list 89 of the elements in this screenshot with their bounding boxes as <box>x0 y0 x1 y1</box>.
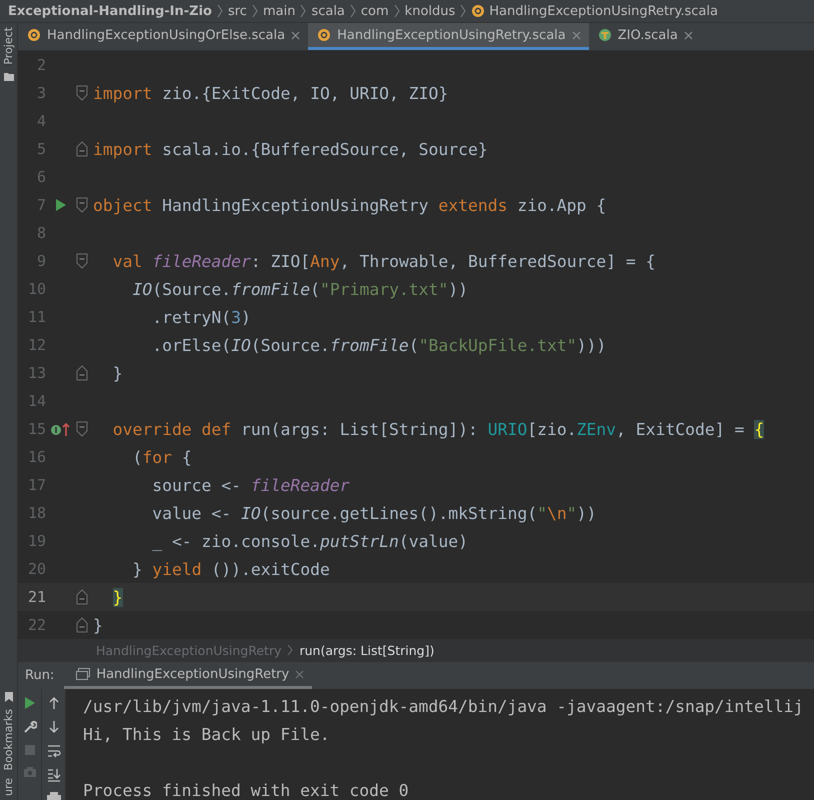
breadcrumb-item[interactable]: Exceptional-Handling-In-Zio <box>8 4 212 18</box>
breadcrumb-item[interactable]: src <box>228 4 247 18</box>
scroll-to-end-icon[interactable] <box>46 768 60 782</box>
code-line: } <box>93 616 103 634</box>
line-number: 9 <box>36 252 46 270</box>
bookmark-icon <box>4 692 12 702</box>
code-line: IO(Source.fromFile("Primary.txt")) <box>131 280 468 298</box>
editor-tab[interactable]: HandlingExceptionUsingRetry.scala <box>308 23 589 50</box>
line-number: 15 <box>26 420 46 438</box>
tool-window-button[interactable]: Project <box>2 23 15 69</box>
object-icon <box>317 28 332 42</box>
line-number: 21 <box>26 588 46 606</box>
run-icon[interactable] <box>24 696 36 710</box>
wrench-icon[interactable] <box>22 720 36 734</box>
code-line: .retryN(3) <box>151 308 251 326</box>
fold-icon[interactable] <box>76 85 88 101</box>
close-icon[interactable] <box>295 670 304 678</box>
line-number: 16 <box>26 448 46 466</box>
line-number: 17 <box>26 476 46 494</box>
close-icon[interactable] <box>684 30 693 40</box>
line-number: 20 <box>26 560 46 578</box>
chevron-icon <box>300 4 306 18</box>
fold-icon[interactable] <box>76 421 88 437</box>
code-line: source <- fileReader <box>151 476 350 494</box>
console-line: Process finished with exit code 0 <box>83 781 409 800</box>
code-line: val fileReader: ZIO[Any, Throwable, BufferedSource] = { <box>112 252 656 270</box>
folder-icon <box>4 72 14 81</box>
override-icon[interactable] <box>50 421 72 437</box>
line-number: 5 <box>36 140 46 158</box>
breadcrumb-item[interactable]: com <box>360 4 389 18</box>
unfold-icon[interactable] <box>76 617 88 633</box>
line-number: 12 <box>26 336 46 354</box>
code-line: .orElse(IO(Source.fromFile("BackUpFile.txt"))) <box>151 336 606 354</box>
fold-icon[interactable] <box>76 197 88 213</box>
code-line: override def run(args: List[String]): URIO[zio.ZEnv, ExitCode] = { <box>112 420 764 438</box>
unfold-icon[interactable] <box>76 589 88 605</box>
chevron-icon <box>287 644 294 656</box>
line-number: 7 <box>36 196 46 214</box>
breadcrumb-item[interactable]: run(args: List[String]) <box>299 642 434 658</box>
code-line: _ <- zio.console.putStrLn(value) <box>151 532 468 550</box>
trait-icon <box>598 28 612 42</box>
print-icon[interactable] <box>46 792 60 800</box>
run-label: Run: <box>24 668 56 683</box>
line-number: 22 <box>26 616 46 634</box>
line-number: 3 <box>36 84 46 102</box>
chevron-icon <box>460 4 466 18</box>
editor-tab[interactable]: ZIO.scala <box>588 23 701 50</box>
unfold-icon[interactable] <box>76 365 88 381</box>
console-icon <box>76 668 90 680</box>
close-icon[interactable] <box>572 30 581 40</box>
up-arrow-icon[interactable] <box>48 696 60 710</box>
editor-tab[interactable]: HandlingExceptionUsingOrElse.scala <box>18 23 308 50</box>
down-arrow-icon[interactable] <box>48 720 60 734</box>
line-number: 18 <box>26 504 46 522</box>
code-line: (for { <box>131 448 192 466</box>
tool-window-button[interactable]: Bookmarks <box>2 704 15 774</box>
line-number: 6 <box>36 168 46 186</box>
chevron-icon <box>216 4 223 18</box>
console-line: Hi, This is Back up File. <box>83 725 330 744</box>
object-icon <box>27 28 41 42</box>
chevron-icon <box>394 4 400 18</box>
code-line: } yield ()).exitCode <box>131 560 330 578</box>
code-line: } <box>112 364 123 382</box>
line-number: 19 <box>26 532 46 550</box>
breadcrumb-item[interactable]: HandlingExceptionUsingRetry.scala <box>489 4 718 18</box>
line-number: 13 <box>26 364 46 382</box>
close-icon[interactable] <box>291 30 300 40</box>
breadcrumb-item[interactable]: knoldus <box>404 4 456 18</box>
breadcrumb-item[interactable]: main <box>262 4 296 18</box>
line-number: 8 <box>36 224 46 242</box>
code-line: object HandlingExceptionUsingRetry extends zio.App { <box>93 196 606 214</box>
code-line: import scala.io.{BufferedSource, Source} <box>93 140 488 158</box>
code-line: value <- IO(source.getLines().mkString("\n")) <box>151 504 596 522</box>
line-number: 10 <box>26 280 46 298</box>
console-line: /usr/lib/jvm/java-1.11.0-openjdk-amd64/bin/java -javaagent:/snap/intellij <box>83 697 804 716</box>
breadcrumb-item[interactable]: scala <box>311 4 345 18</box>
line-number: 11 <box>26 308 46 326</box>
chevron-icon <box>350 4 356 18</box>
line-number: 14 <box>26 392 46 410</box>
code-line: import zio.{ExitCode, IO, URIO, ZIO} <box>93 84 448 102</box>
unfold-icon[interactable] <box>76 141 88 157</box>
soft-wrap-icon[interactable] <box>46 744 60 758</box>
run-icon[interactable] <box>55 198 67 212</box>
object-icon <box>471 4 486 18</box>
chevron-icon <box>252 4 258 18</box>
fold-icon[interactable] <box>76 253 88 269</box>
line-number: 2 <box>36 56 46 74</box>
line-number: 4 <box>36 112 46 130</box>
tool-window-button[interactable]: ure <box>2 774 15 800</box>
